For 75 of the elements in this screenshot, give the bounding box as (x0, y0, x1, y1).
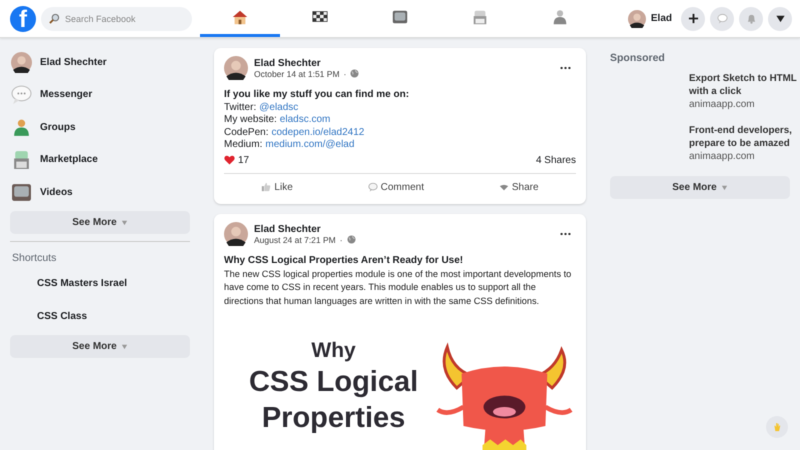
speech-bubble-icon (11, 84, 32, 106)
store-icon (471, 8, 489, 26)
sidebar-item[interactable]: Elad Shechter (10, 46, 190, 78)
link-label: Twitter: (224, 102, 256, 114)
profile-link[interactable]: medium.com/@elad (265, 138, 354, 152)
tv-icon (11, 182, 32, 203)
profile-link[interactable]: codepen.io/elad2412 (271, 126, 364, 139)
speech-bubble-icon (368, 182, 378, 192)
create-button[interactable] (681, 6, 705, 30)
avatar-icon (628, 10, 646, 28)
facebook-logo[interactable]: f (10, 6, 36, 32)
caret-icon (720, 184, 728, 191)
post-heading: Why CSS Logical Properties Aren’t Ready for Use! (224, 255, 464, 266)
profile-chip[interactable]: Elad (628, 10, 672, 28)
ad-domain[interactable]: animaapp.com (689, 150, 800, 163)
post-heading: If you like my stuff you can find me on: (224, 89, 410, 100)
store-icon (11, 149, 32, 170)
people-icon (11, 116, 32, 138)
person-icon (551, 8, 569, 26)
comment-button[interactable]: Comment (362, 174, 430, 200)
section-heading: Sponsored (610, 52, 666, 64)
sidebar-item[interactable]: Groups (10, 111, 190, 144)
separator: · (340, 234, 343, 245)
shortcut-item[interactable]: CSS Masters Israel (10, 268, 190, 300)
reaction-count[interactable]: 17 (238, 154, 250, 166)
bell-icon (746, 13, 756, 24)
avatar-icon (11, 52, 32, 73)
link-label: My website: (224, 114, 277, 127)
link-label: Medium: (224, 138, 262, 152)
like-button[interactable]: Like (255, 174, 299, 200)
post-time[interactable]: August 24 at 7:21 PM (254, 234, 336, 245)
see-more-button[interactable]: See More (610, 176, 790, 199)
share-button[interactable]: Share (492, 174, 545, 200)
tv-icon (391, 8, 409, 26)
image-caption: Properties (262, 401, 406, 436)
author-name[interactable]: Elad Shechter (254, 224, 356, 235)
search-icon (49, 13, 60, 24)
ad-title[interactable]: Front-end developers, prepare to be amazed (689, 124, 800, 150)
heart-icon (224, 155, 235, 166)
caret-icon (120, 218, 128, 226)
speech-bubble-icon (716, 13, 728, 24)
image-caption: Why (311, 338, 356, 364)
caret-icon (120, 342, 128, 350)
sidebar-item[interactable]: Messenger (10, 78, 190, 111)
author-name[interactable]: Elad Shechter (254, 58, 360, 68)
hand-icon (772, 422, 782, 432)
separator: · (344, 68, 346, 78)
search-field[interactable]: Search Facebook (41, 6, 192, 30)
more-options-icon[interactable] (560, 232, 571, 236)
image-caption: CSS Logical (248, 365, 418, 400)
link-label: CodePen: (224, 126, 268, 139)
thumbs-up-icon (261, 182, 272, 192)
share-icon (498, 182, 509, 192)
profile-link[interactable]: @eladsc (259, 102, 298, 114)
see-more-button[interactable]: See More (10, 210, 190, 234)
share-count[interactable]: 4 Shares (536, 154, 576, 166)
caret-icon (774, 13, 786, 24)
sidebar-item[interactable]: Marketplace (10, 144, 190, 176)
post-text: The new CSS logical properties module is one of the most important developments to have come to CSS in recent years. This module enables us to support all the directions that human languages are written in with the same CSS definitions. (224, 268, 572, 308)
shortcut-item[interactable]: CSS Class (10, 300, 190, 332)
avatar-icon (224, 222, 248, 246)
ad-domain[interactable]: animaapp.com (689, 98, 800, 111)
profile-link[interactable]: eladsc.com (280, 114, 330, 127)
globe-icon (346, 235, 356, 244)
post-time[interactable]: October 14 at 1:51 PM (254, 68, 340, 78)
plus-icon (688, 13, 698, 24)
sidebar-item[interactable]: Videos (10, 176, 190, 208)
globe-icon (350, 69, 360, 78)
see-more-button[interactable]: See More (10, 334, 190, 358)
account-menu-button[interactable] (768, 6, 792, 30)
section-heading: Shortcuts (12, 252, 58, 264)
more-options-icon[interactable] (560, 66, 571, 70)
ad-title[interactable]: Export Sketch to HTML with a click (689, 72, 800, 98)
house-icon (231, 8, 249, 26)
avatar-icon (224, 56, 248, 80)
